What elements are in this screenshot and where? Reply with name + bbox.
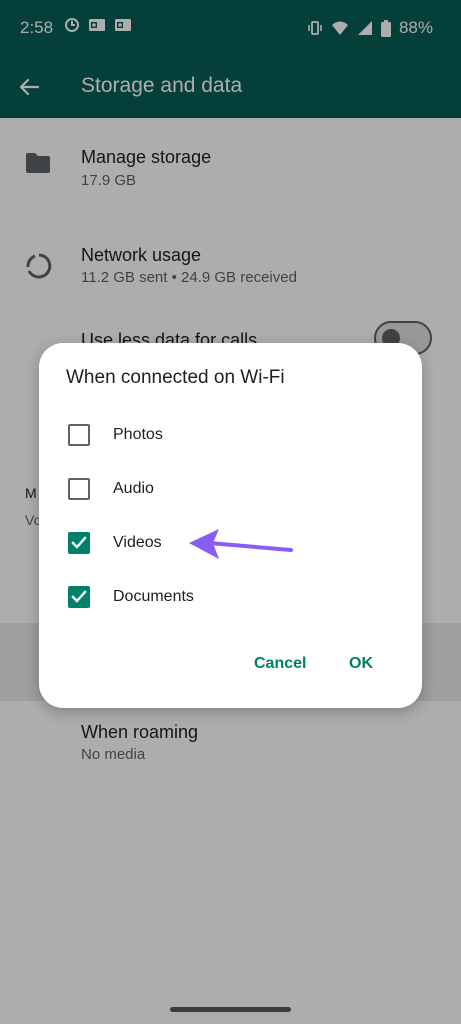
photos-checkbox[interactable] [68,424,90,446]
dialog-title: When connected on Wi-Fi [66,367,285,388]
option-label: Audio [113,480,154,497]
ok-button[interactable]: OK [349,655,373,673]
audio-checkbox[interactable] [68,478,90,500]
option-label: Videos [113,534,162,551]
videos-checkbox[interactable] [68,532,90,554]
option-label: Photos [113,426,163,443]
checkmark-icon [71,536,87,549]
option-documents[interactable]: Documents [39,575,422,619]
documents-checkbox[interactable] [68,586,90,608]
option-photos[interactable]: Photos [39,413,422,457]
checkmark-icon [71,590,87,603]
option-audio[interactable]: Audio [39,467,422,511]
cancel-button[interactable]: Cancel [254,655,306,673]
home-indicator[interactable] [170,1007,291,1012]
option-label: Documents [113,588,194,605]
annotation-arrow-icon [189,529,293,559]
